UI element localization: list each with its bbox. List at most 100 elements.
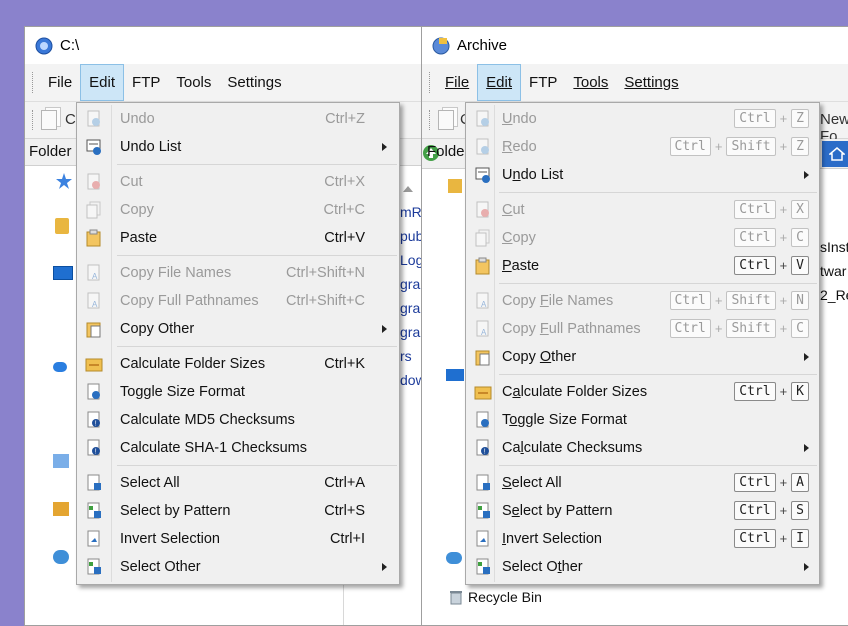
menu-item-undo-list[interactable]: Undo List (466, 161, 819, 189)
list-item[interactable]: rs (400, 348, 412, 364)
left-titlebar[interactable]: C:\ (25, 27, 433, 64)
invert-selection-icon (87, 530, 100, 547)
menu-item-undo[interactable]: Undo Ctrl+Z (77, 105, 399, 133)
menu-shortcut: Ctrl+X (324, 174, 365, 190)
menu-separator (77, 343, 399, 350)
menu-item-copy-file-names[interactable]: ACopy File NamesCtrl+Shift+N (77, 259, 399, 287)
menu-item-calculate-md5-checksums[interactable]: ! Calculate MD5 Checksums (77, 406, 399, 434)
menu-item-copy-full-pathnames[interactable]: ACopy Full PathnamesCtrl+Shift+C (466, 315, 819, 343)
menu-item-paste[interactable]: Paste Ctrl+V (466, 252, 819, 280)
menu-tools[interactable]: Tools (565, 64, 616, 101)
menu-item-select-by-pattern[interactable]: Select by Pattern Ctrl+S (466, 497, 819, 525)
menu-item-invert-selection[interactable]: Invert Selection Ctrl+I (466, 525, 819, 553)
recycle-bin-item[interactable]: Recycle Bin (468, 589, 542, 605)
menu-item-label: Cut (120, 174, 143, 190)
menu-item-calculate-folder-sizes[interactable]: Calculate Folder Sizes Ctrl+K (466, 378, 819, 406)
folder-size-icon (474, 386, 492, 400)
menu-item-label: Invert Selection (502, 531, 602, 547)
menu-item-label: Copy Other (120, 321, 195, 337)
menu-item-copy[interactable]: Copy Ctrl+C (466, 224, 819, 252)
menu-item-label: Toggle Size Format (502, 412, 627, 428)
menu-item-label: Redo (502, 139, 537, 155)
key-cap: Ctrl (734, 501, 776, 520)
menu-item-copy-full-pathnames[interactable]: ACopy Full PathnamesCtrl+Shift+C (77, 287, 399, 315)
menu-item-label: Paste (120, 230, 158, 246)
menu-item-select-other[interactable]: Select Other (77, 553, 399, 581)
list-item[interactable]: sInsta (820, 239, 848, 255)
checksum-icon: ! (87, 411, 100, 428)
menu-item-cut[interactable]: Cut Ctrl+X (77, 168, 399, 196)
menu-settings[interactable]: Settings (616, 64, 686, 101)
menu-item-select-by-pattern[interactable]: Select by Pattern Ctrl+S (77, 497, 399, 525)
menu-ftp[interactable]: FTP (521, 64, 565, 101)
folder-label: Folde (427, 143, 465, 160)
menu-tools[interactable]: Tools (168, 64, 219, 101)
shortcut-keys: Ctrl + K (734, 382, 809, 401)
menu-item-toggle-size-format[interactable]: Toggle Size Format (466, 406, 819, 434)
key-cap: Ctrl (734, 109, 776, 128)
menu-item-cut[interactable]: Cut Ctrl+X (466, 196, 819, 224)
archive-app-icon (432, 37, 450, 54)
key-cap: S (791, 501, 809, 520)
key-cap: V (791, 256, 809, 275)
key-plus: + (779, 111, 788, 126)
menu-settings[interactable]: Settings (219, 64, 289, 101)
menu-separator (77, 161, 399, 168)
menu-item-toggle-size-format[interactable]: Toggle Size Format (77, 378, 399, 406)
folder-size-icon (85, 358, 103, 372)
key-cap: X (791, 200, 809, 219)
menu-item-paste[interactable]: Paste Ctrl+V (77, 224, 399, 252)
menu-item-copy-other[interactable]: Copy Other (466, 343, 819, 371)
home-button[interactable] (822, 141, 848, 167)
menu-shortcut: Ctrl+Shift+C (286, 293, 365, 309)
menu-item-calculate-checksums[interactable]: ! Calculate Checksums (466, 434, 819, 462)
app-icon (35, 37, 53, 54)
list-item[interactable]: twar (820, 263, 846, 279)
key-plus: + (779, 139, 788, 154)
menu-item-invert-selection[interactable]: Invert Selection Ctrl+I (77, 525, 399, 553)
shortcut-keys: Ctrl + C (734, 228, 809, 247)
key-plus: + (779, 531, 788, 546)
menu-item-label: Toggle Size Format (120, 384, 245, 400)
menu-file[interactable]: File (437, 64, 477, 101)
menu-item-select-other[interactable]: Select Other (466, 553, 819, 581)
select-pattern-icon (87, 502, 101, 519)
right-titlebar[interactable]: Archive (422, 27, 848, 64)
menu-item-undo[interactable]: Undo Ctrl+Z (466, 105, 819, 133)
menu-item-calculate-folder-sizes[interactable]: Calculate Folder Sizes Ctrl+K (77, 350, 399, 378)
menu-item-copy[interactable]: Copy Ctrl+C (77, 196, 399, 224)
menu-item-copy-other[interactable]: Copy Other (77, 315, 399, 343)
menu-item-label: Copy File Names (120, 265, 232, 281)
submenu-arrow-icon (804, 353, 809, 361)
menu-item-calculate-sha-1-checksums[interactable]: ! Calculate SHA-1 Checksums (77, 434, 399, 462)
menu-item-redo[interactable]: Redo Ctrl + Shift + Z (466, 133, 819, 161)
right-menubar: File Edit FTP Tools Settings (422, 64, 848, 102)
undo-icon (87, 110, 100, 127)
menu-separator (77, 252, 399, 259)
menu-edit[interactable]: Edit (80, 64, 125, 101)
menu-ftp[interactable]: FTP (124, 64, 168, 101)
list-item[interactable]: 2_Re (820, 287, 848, 303)
menu-item-undo-list[interactable]: Undo List (77, 133, 399, 161)
list-item[interactable]: Log (400, 252, 423, 268)
invert-selection-icon (476, 530, 489, 547)
key-plus: + (779, 503, 788, 518)
menu-shortcut: Ctrl+Z (325, 111, 365, 127)
list-item[interactable]: pub (400, 228, 423, 244)
menu-shortcut: Ctrl+S (324, 503, 365, 519)
menu-item-select-all[interactable]: Select All Ctrl+A (466, 469, 819, 497)
menu-edit[interactable]: Edit (477, 64, 522, 101)
menu-item-copy-file-names[interactable]: ACopy File NamesCtrl+Shift+N (466, 287, 819, 315)
menu-item-label: Calculate SHA-1 Checksums (120, 440, 307, 456)
scroll-up-icon[interactable] (403, 186, 413, 192)
shortcut-keys: Ctrl + V (734, 256, 809, 275)
right-edit-menu: Undo Ctrl + Z Redo Ctrl + Shift + Z Undo List Cut Ct… (465, 102, 820, 585)
cut-icon (476, 201, 489, 218)
key-plus: + (779, 258, 788, 273)
menu-item-select-all[interactable]: Select All Ctrl+A (77, 469, 399, 497)
select-pattern-icon (476, 502, 490, 519)
submenu-arrow-icon (382, 143, 387, 151)
menu-edit-label: Edit (486, 74, 513, 91)
menu-item-label: Undo List (120, 139, 182, 155)
menu-file[interactable]: File (40, 64, 80, 101)
